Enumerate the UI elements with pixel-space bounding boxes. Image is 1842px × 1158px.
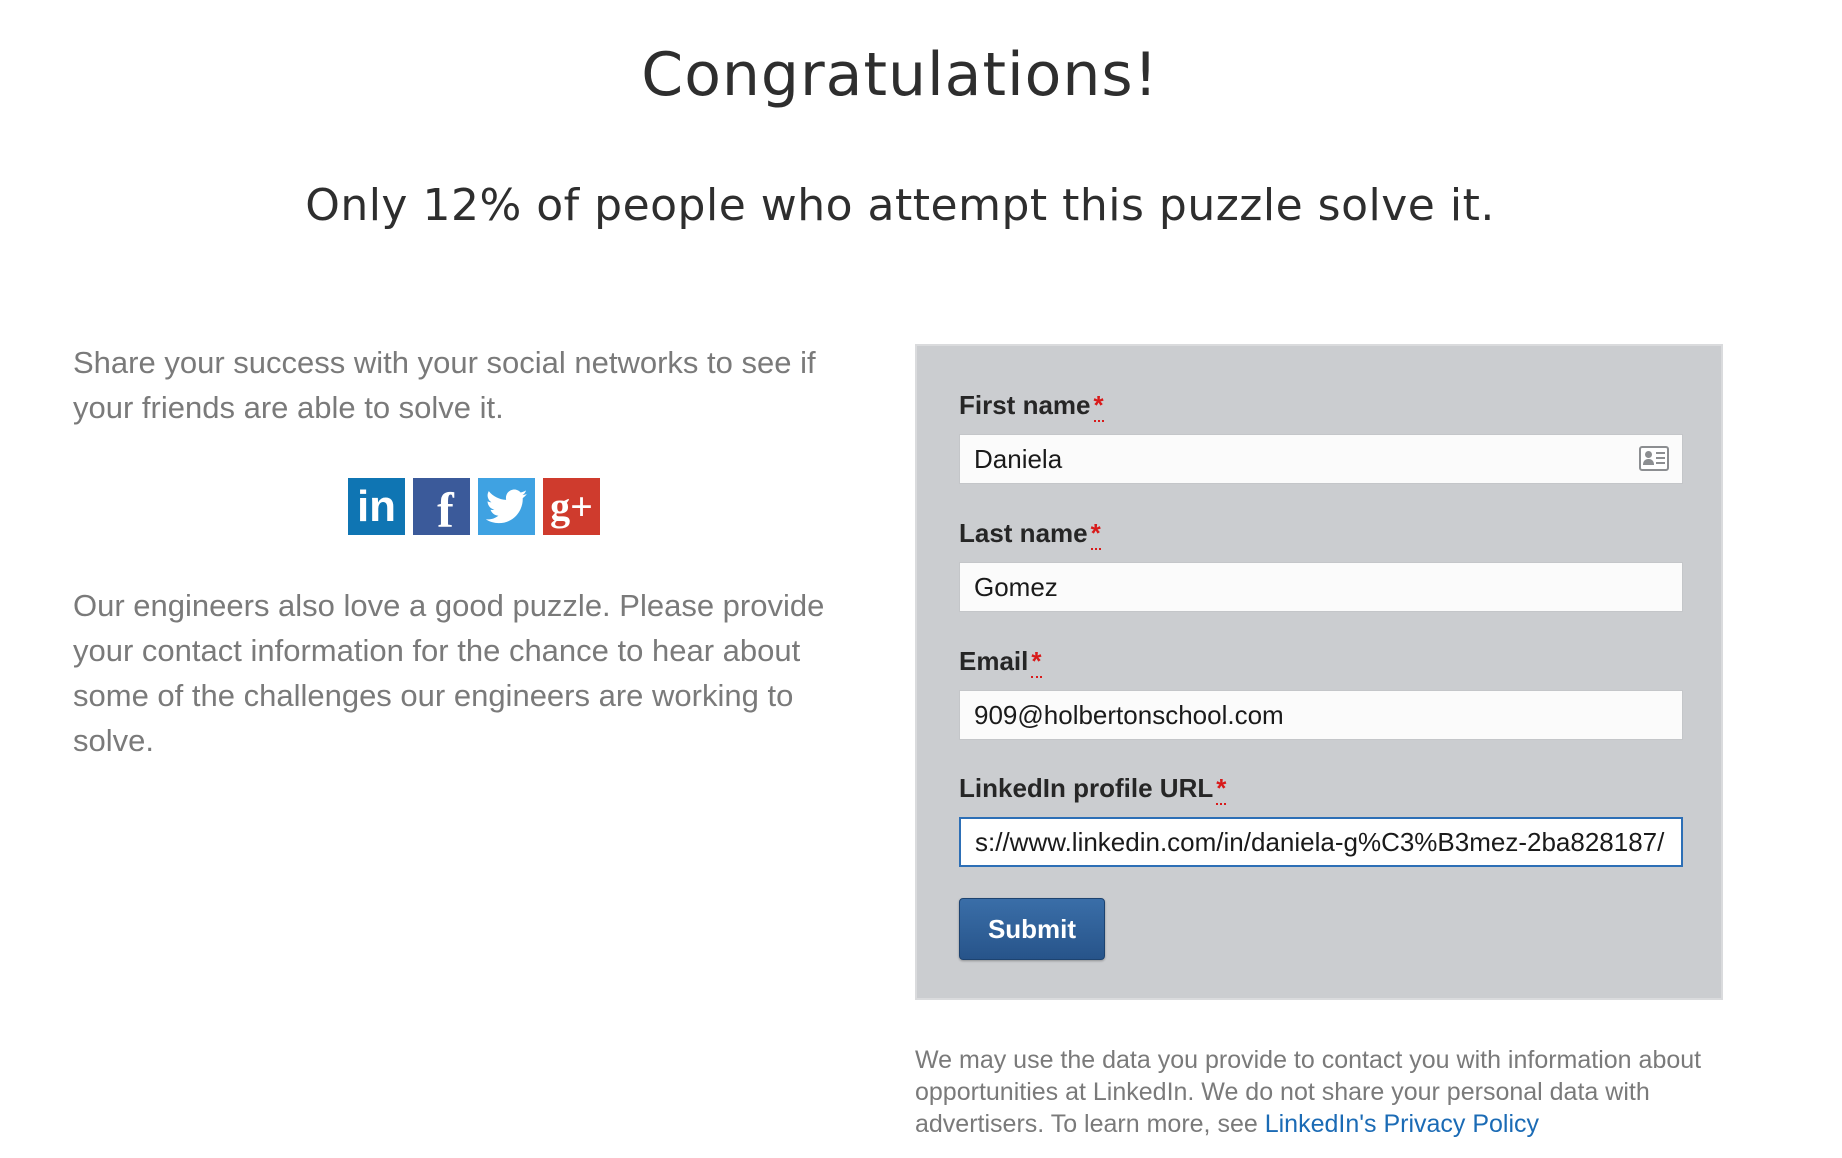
page: Congratulations! Only 12% of people who …	[0, 0, 1842, 1158]
first-name-input[interactable]	[959, 434, 1683, 484]
privacy-policy-link[interactable]: LinkedIn's Privacy Policy	[1265, 1110, 1539, 1138]
linkedin-icon: in	[356, 481, 397, 531]
last-name-input[interactable]	[959, 562, 1683, 612]
left-column: Share your success with your social netw…	[73, 340, 873, 763]
email-label: Email *	[959, 646, 1042, 678]
contact-card-icon[interactable]	[1639, 446, 1669, 471]
required-marker: *	[1216, 773, 1227, 805]
required-marker: *	[1090, 518, 1101, 550]
share-text: Share your success with your social netw…	[73, 345, 816, 425]
first-name-label: First name *	[959, 390, 1104, 422]
privacy-notice: We may use the data you provide to conta…	[915, 1044, 1765, 1140]
linkedin-url-field-group: LinkedIn profile URL *	[959, 771, 1683, 867]
google-plus-share-button[interactable]: g+	[543, 478, 600, 535]
twitter-icon	[485, 489, 527, 523]
last-name-field-group: Last name *	[959, 516, 1683, 612]
first-name-field-group: First name *	[959, 388, 1683, 484]
page-subtitle: Only 12% of people who attempt this puzz…	[305, 180, 1495, 231]
required-marker: *	[1093, 390, 1104, 422]
facebook-share-button[interactable]: f	[413, 478, 470, 538]
engineers-text: Our engineers also love a good puzzle. P…	[73, 588, 825, 758]
email-field-group: Email *	[959, 644, 1683, 740]
page-title: Congratulations!	[641, 40, 1159, 110]
last-name-label: Last name *	[959, 518, 1101, 550]
required-marker: *	[1031, 646, 1042, 678]
email-input[interactable]	[959, 690, 1683, 740]
twitter-share-button[interactable]	[478, 478, 535, 535]
linkedin-url-label: LinkedIn profile URL *	[959, 773, 1227, 805]
facebook-icon: f	[437, 482, 454, 538]
google-plus-icon: g+	[550, 484, 593, 529]
linkedin-share-button[interactable]: in	[348, 478, 405, 535]
social-share-buttons: in f g+	[348, 478, 873, 538]
submit-button[interactable]: Submit	[959, 898, 1105, 960]
contact-form: First name* Last name* Email*	[915, 344, 1723, 1000]
linkedin-url-input[interactable]	[959, 817, 1683, 867]
